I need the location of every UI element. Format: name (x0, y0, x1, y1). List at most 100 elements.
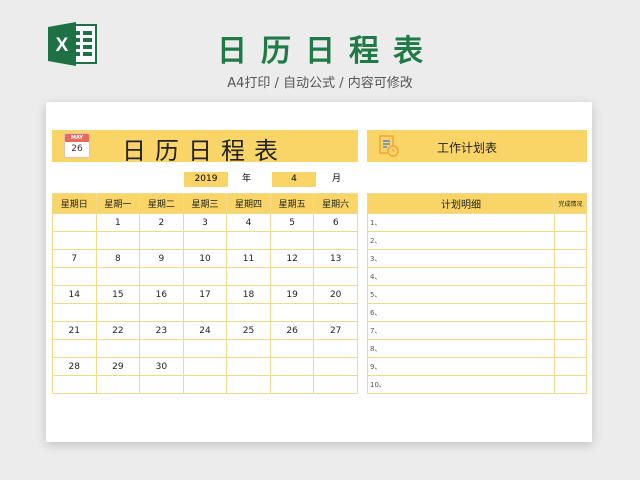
day-cell[interactable]: 6 (313, 213, 358, 232)
plan-item-cell[interactable]: 1、 (367, 213, 555, 232)
plan-row: 2、 (367, 231, 587, 250)
calendar-title: 日历日程表 (122, 137, 287, 165)
plan-item-cell[interactable]: 8、 (367, 339, 555, 358)
note-cell[interactable] (226, 267, 271, 286)
note-cell[interactable] (52, 375, 97, 394)
plan-item-cell[interactable]: 7、 (367, 321, 555, 340)
calendar-icon: MAY 26 (64, 133, 90, 158)
note-cell[interactable] (52, 303, 97, 322)
note-cell[interactable] (182, 231, 228, 250)
day-cell[interactable]: 14 (52, 285, 97, 304)
note-cell[interactable] (139, 375, 184, 394)
day-cell[interactable]: 1 (95, 213, 141, 232)
plan-status-cell[interactable] (554, 267, 587, 286)
note-cell[interactable] (139, 303, 184, 322)
day-cell[interactable] (52, 213, 97, 232)
document-clock-icon (377, 134, 401, 158)
note-cell[interactable] (95, 375, 141, 394)
note-cell[interactable] (226, 303, 271, 322)
note-cell[interactable] (139, 267, 184, 286)
day-cell[interactable]: 18 (226, 285, 271, 304)
day-cell[interactable]: 9 (139, 249, 184, 268)
plan-item-cell[interactable]: 5、 (367, 285, 555, 304)
plan-status-cell[interactable] (554, 339, 587, 358)
plan-status-cell[interactable] (554, 249, 587, 268)
note-cell[interactable] (95, 339, 141, 358)
day-cell[interactable]: 21 (52, 321, 97, 340)
note-cell[interactable] (139, 231, 184, 250)
calendar-icon-month: MAY (65, 134, 89, 142)
day-cell[interactable] (182, 357, 228, 376)
day-cell[interactable]: 17 (182, 285, 228, 304)
plan-status-cell[interactable] (554, 303, 587, 322)
day-cell[interactable]: 16 (139, 285, 184, 304)
day-cell[interactable]: 24 (182, 321, 228, 340)
note-cell[interactable] (269, 375, 315, 394)
day-cell[interactable]: 30 (139, 357, 184, 376)
day-cell[interactable]: 2 (139, 213, 184, 232)
calendar-title-bar: MAY 26 日历日程表 (52, 130, 358, 165)
day-cell[interactable] (226, 357, 271, 376)
note-cell[interactable] (182, 303, 228, 322)
note-cell[interactable] (52, 231, 97, 250)
note-cell[interactable] (182, 339, 228, 358)
note-cell[interactable] (226, 339, 271, 358)
day-cell[interactable]: 4 (226, 213, 271, 232)
plan-item-cell[interactable]: 2、 (367, 231, 555, 250)
day-cell[interactable] (313, 357, 358, 376)
note-cell[interactable] (52, 339, 97, 358)
note-cell[interactable] (313, 339, 358, 358)
note-cell[interactable] (95, 267, 141, 286)
day-cell[interactable]: 3 (182, 213, 228, 232)
note-cell[interactable] (313, 231, 358, 250)
plan-status-cell[interactable] (554, 231, 587, 250)
note-cell[interactable] (269, 339, 315, 358)
note-cell[interactable] (269, 303, 315, 322)
note-cell[interactable] (139, 339, 184, 358)
day-cell[interactable]: 5 (269, 213, 315, 232)
day-cell[interactable]: 10 (182, 249, 228, 268)
day-cell[interactable]: 27 (313, 321, 358, 340)
plan-status-cell[interactable] (554, 285, 587, 304)
plan-item-cell[interactable]: 9、 (367, 357, 555, 376)
note-cell[interactable] (226, 231, 271, 250)
plan-status-cell[interactable] (554, 357, 587, 376)
note-cell[interactable] (226, 375, 271, 394)
day-cell[interactable]: 8 (95, 249, 141, 268)
month-input[interactable]: 4 (272, 172, 316, 187)
day-cell[interactable]: 29 (95, 357, 141, 376)
note-cell[interactable] (182, 267, 228, 286)
day-cell[interactable]: 7 (52, 249, 97, 268)
calendar-icon-day: 26 (71, 144, 83, 154)
note-cell[interactable] (52, 267, 97, 286)
note-cell[interactable] (95, 231, 141, 250)
day-cell[interactable]: 15 (95, 285, 141, 304)
day-cell[interactable]: 19 (269, 285, 315, 304)
plan-item-cell[interactable]: 10、 (367, 375, 555, 394)
note-cell[interactable] (95, 303, 141, 322)
plan-status-cell[interactable] (554, 321, 587, 340)
day-cell[interactable]: 12 (269, 249, 315, 268)
day-cell[interactable]: 22 (95, 321, 141, 340)
day-cell[interactable]: 11 (226, 249, 271, 268)
plan-status-cell[interactable] (554, 213, 587, 232)
note-cell[interactable] (182, 375, 228, 394)
note-cell[interactable] (269, 267, 315, 286)
plan-item-cell[interactable]: 3、 (367, 249, 555, 268)
page-title: 日历日程表 (217, 34, 437, 69)
plan-status-cell[interactable] (554, 375, 587, 394)
day-cell[interactable]: 20 (313, 285, 358, 304)
note-cell[interactable] (269, 231, 315, 250)
day-cell[interactable]: 28 (52, 357, 97, 376)
note-cell[interactable] (313, 267, 358, 286)
year-input[interactable]: 2019 (184, 172, 228, 187)
plan-item-cell[interactable]: 4、 (367, 267, 555, 286)
day-cell[interactable]: 26 (269, 321, 315, 340)
day-cell[interactable]: 23 (139, 321, 184, 340)
plan-item-cell[interactable]: 6、 (367, 303, 555, 322)
day-cell[interactable]: 13 (313, 249, 358, 268)
day-cell[interactable]: 25 (226, 321, 271, 340)
day-cell[interactable] (269, 357, 315, 376)
note-cell[interactable] (313, 375, 358, 394)
note-cell[interactable] (313, 303, 358, 322)
